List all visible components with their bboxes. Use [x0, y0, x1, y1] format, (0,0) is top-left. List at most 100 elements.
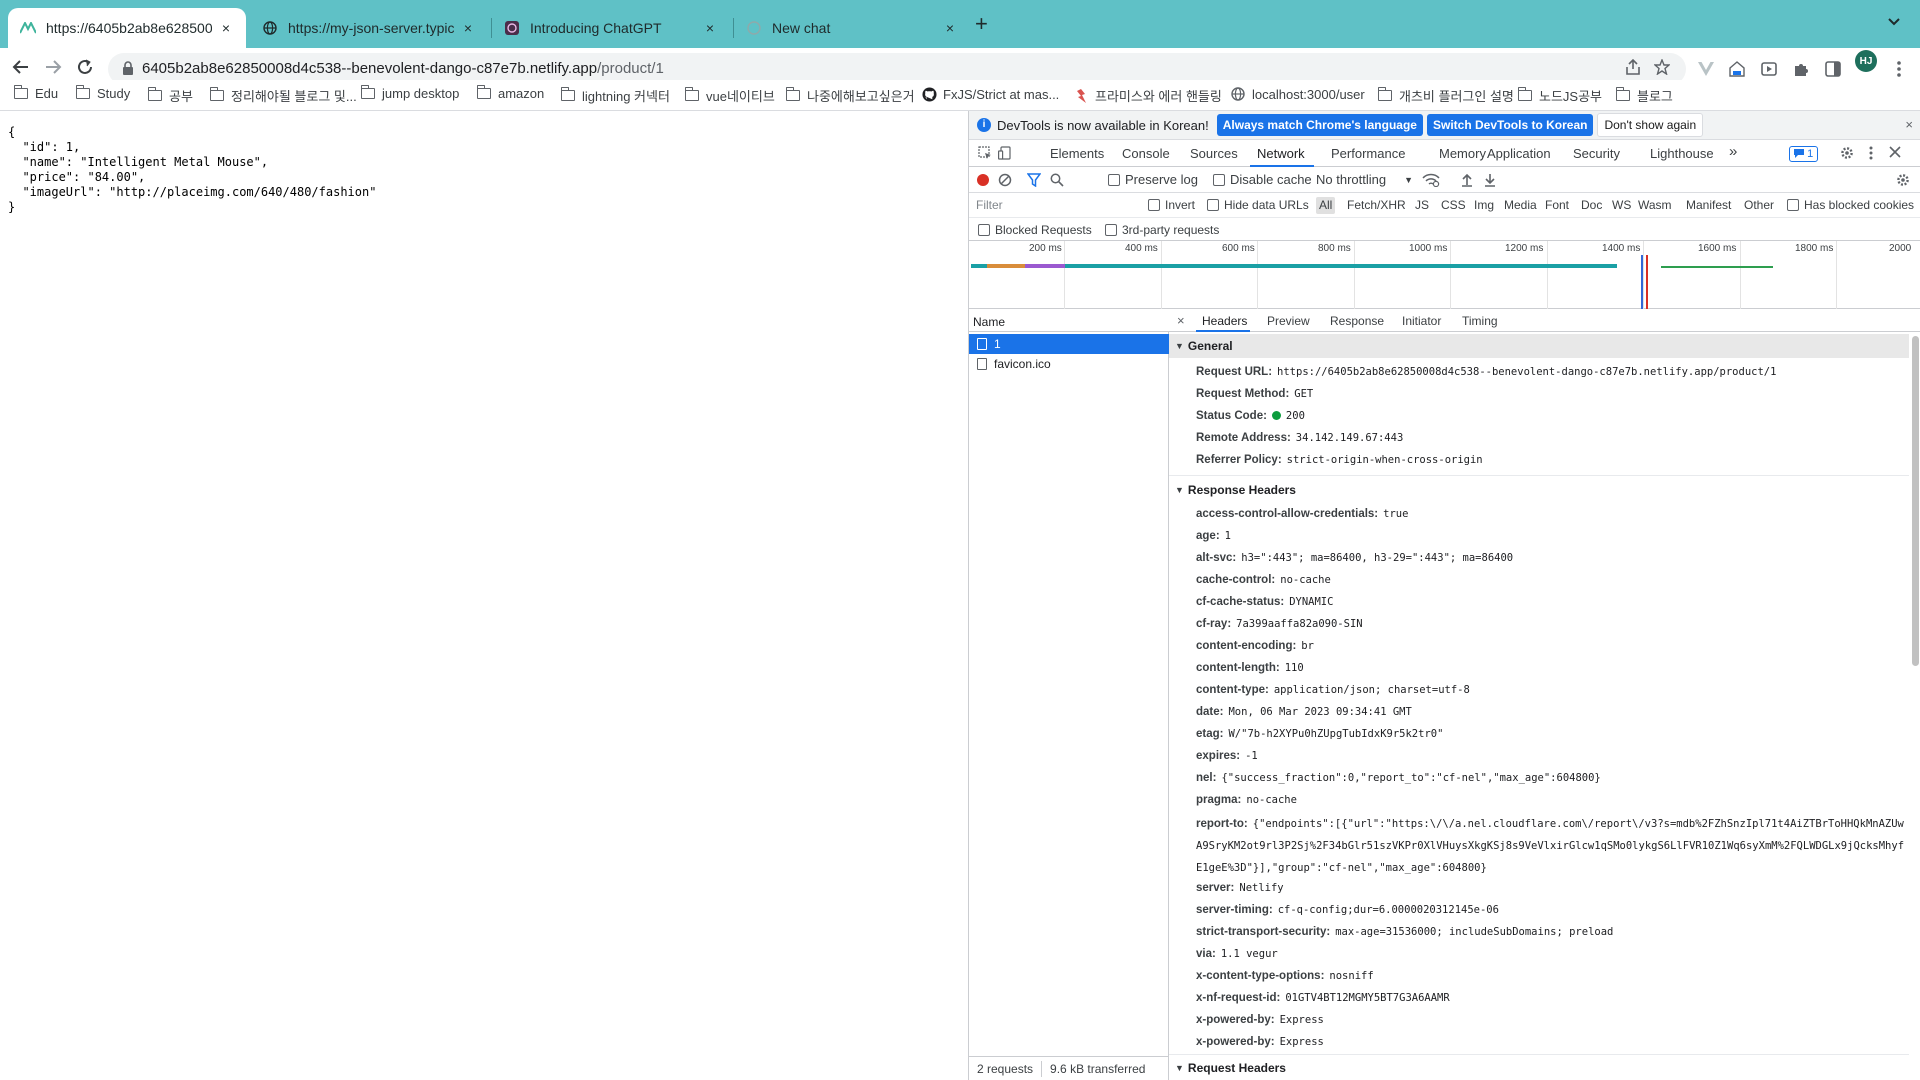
request-row[interactable]: favicon.ico — [969, 354, 1169, 374]
tab-memory[interactable]: Memory — [1439, 146, 1486, 161]
search-icon[interactable] — [1050, 173, 1064, 187]
close-devtools-icon[interactable] — [1887, 146, 1903, 162]
filter-type-css[interactable]: CSS — [1441, 198, 1466, 212]
preserve-log-checkbox[interactable]: Preserve log — [1108, 172, 1198, 187]
back-arrow-icon[interactable] — [10, 58, 32, 80]
response-headers-section-header[interactable]: ▼ Response Headers — [1169, 478, 1909, 502]
request-row-selected[interactable]: 1 — [969, 334, 1169, 354]
clear-icon[interactable] — [998, 173, 1012, 187]
tab-headers[interactable]: Headers — [1202, 314, 1247, 328]
general-section-header[interactable]: ▼ General — [1169, 334, 1909, 358]
bookmark-folder[interactable]: lightning 커넥터 — [560, 86, 670, 105]
filter-type-manifest[interactable]: Manifest — [1686, 198, 1731, 212]
tab-application[interactable]: Application — [1487, 146, 1551, 161]
tab-network[interactable]: Network — [1257, 146, 1305, 161]
hide-data-urls-checkbox[interactable]: Hide data URLs — [1207, 198, 1309, 212]
bookmark-folder[interactable]: 블로그 — [1615, 86, 1673, 105]
tab-new-chat[interactable]: New chat × — [734, 8, 970, 48]
tab-elements[interactable]: Elements — [1050, 146, 1104, 161]
tab-performance[interactable]: Performance — [1331, 146, 1405, 161]
filter-type-other[interactable]: Other — [1744, 198, 1774, 212]
tab-current[interactable]: https://6405b2ab8e6285000 × — [8, 8, 246, 48]
always-match-language-button[interactable]: Always match Chrome's language — [1216, 114, 1423, 136]
forward-arrow-icon[interactable] — [42, 58, 64, 80]
issues-badge[interactable]: 1 — [1789, 146, 1819, 162]
name-column-header[interactable]: Name — [969, 309, 1169, 332]
tab-search-icon[interactable] — [1887, 14, 1901, 30]
share-icon[interactable] — [1626, 58, 1640, 80]
tab-timing[interactable]: Timing — [1462, 314, 1498, 328]
disable-cache-checkbox[interactable]: Disable cache — [1213, 172, 1312, 187]
side-panel-icon[interactable] — [1823, 59, 1843, 79]
bookmark-folder[interactable]: 노드JS공부 — [1517, 86, 1602, 105]
third-party-requests-checkbox[interactable]: 3rd-party requests — [1105, 223, 1219, 237]
close-detail-icon[interactable]: × — [1177, 313, 1185, 328]
cast-media-icon[interactable] — [1759, 59, 1779, 79]
network-overview-timeline[interactable]: 200 ms 400 ms 600 ms 800 ms 1000 ms 1200… — [969, 241, 1920, 309]
bookmark-link[interactable]: FxJS/Strict at mas... — [921, 86, 1059, 102]
extensions-puzzle-icon[interactable] — [1791, 59, 1811, 79]
network-conditions-icon[interactable] — [1422, 173, 1440, 187]
filter-type-fetch-xhr[interactable]: Fetch/XHR — [1347, 198, 1406, 212]
bookmark-folder[interactable]: vue네이티브 — [684, 86, 775, 105]
filter-type-media[interactable]: Media — [1504, 198, 1537, 212]
profile-avatar[interactable]: HJ — [1855, 50, 1877, 72]
filter-funnel-icon[interactable] — [1027, 173, 1041, 187]
inspect-element-icon[interactable] — [977, 146, 993, 162]
bookmark-folder[interactable]: 나중에해보고싶은거 — [785, 86, 915, 105]
close-tab-icon[interactable]: × — [218, 20, 234, 36]
tab-initiator[interactable]: Initiator — [1402, 314, 1441, 328]
more-tabs-icon[interactable]: » — [1729, 143, 1737, 160]
bookmark-link[interactable]: localhost:3000/user — [1230, 86, 1365, 102]
tab-response[interactable]: Response — [1330, 314, 1384, 328]
switch-to-korean-button[interactable]: Switch DevTools to Korean — [1426, 114, 1594, 136]
bookmark-folder[interactable]: amazon — [476, 85, 544, 101]
import-har-icon[interactable] — [1461, 173, 1473, 187]
filter-type-img[interactable]: Img — [1474, 198, 1494, 212]
dont-show-again-button[interactable]: Don't show again — [1597, 113, 1704, 137]
filter-type-doc[interactable]: Doc — [1581, 198, 1602, 212]
bookmark-folder[interactable]: jump desktop — [360, 85, 459, 101]
request-headers-section-header[interactable]: ▼ Request Headers — [1169, 1056, 1909, 1080]
vue-devtools-extension-icon[interactable] — [1696, 59, 1716, 79]
close-tab-icon[interactable]: × — [942, 20, 958, 36]
export-har-icon[interactable] — [1484, 173, 1496, 187]
has-blocked-cookies-checkbox[interactable]: Has blocked cookies — [1787, 198, 1914, 212]
record-button-icon[interactable] — [977, 174, 989, 186]
filter-type-js[interactable]: JS — [1415, 198, 1429, 212]
tab-console[interactable]: Console — [1122, 146, 1170, 161]
bookmark-folder[interactable]: 정리해야될 블로그 및... — [209, 86, 357, 105]
tab-lighthouse[interactable]: Lighthouse — [1650, 146, 1714, 161]
reload-icon[interactable] — [74, 58, 96, 80]
blocked-requests-checkbox[interactable]: Blocked Requests — [978, 223, 1092, 237]
filter-type-font[interactable]: Font — [1545, 198, 1569, 212]
tab-sources[interactable]: Sources — [1190, 146, 1238, 161]
close-infobar-icon[interactable]: × — [1905, 117, 1913, 132]
customize-devtools-icon[interactable] — [1863, 146, 1879, 162]
network-settings-gear-icon[interactable] — [1896, 173, 1910, 187]
chrome-menu-icon[interactable] — [1889, 59, 1909, 79]
invert-checkbox[interactable]: Invert — [1148, 198, 1195, 212]
bookmark-folder[interactable]: 공부 — [147, 86, 193, 105]
filter-input[interactable]: Filter — [973, 196, 1141, 214]
settings-gear-icon[interactable] — [1839, 146, 1855, 162]
bookmark-link[interactable]: 프라미스와 에러 핸들링 — [1073, 86, 1222, 105]
bookmark-folder[interactable]: Study — [75, 85, 130, 101]
close-tab-icon[interactable]: × — [702, 20, 718, 36]
tab-json-server[interactable]: https://my-json-server.typicod × — [250, 8, 488, 48]
new-tab-button[interactable]: + — [975, 13, 988, 35]
filter-type-all[interactable]: All — [1316, 197, 1336, 214]
detail-scrollbar[interactable] — [1912, 336, 1919, 666]
bookmark-folder[interactable]: 개츠비 플러그인 설명 — [1377, 86, 1514, 105]
device-toolbar-icon[interactable] — [997, 146, 1013, 162]
bookmark-folder[interactable]: Edu — [13, 85, 58, 101]
close-tab-icon[interactable]: × — [460, 20, 476, 36]
filter-type-wasm[interactable]: Wasm — [1638, 198, 1672, 212]
filter-type-ws[interactable]: WS — [1612, 198, 1631, 212]
tab-security[interactable]: Security — [1573, 146, 1620, 161]
throttling-select[interactable]: No throttling ▼ — [1316, 172, 1413, 187]
tab-chatgpt[interactable]: Introducing ChatGPT × — [492, 8, 730, 48]
bookmark-star-icon[interactable] — [1653, 58, 1671, 80]
extension-dev-icon[interactable] — [1727, 59, 1747, 79]
tab-preview[interactable]: Preview — [1267, 314, 1310, 328]
